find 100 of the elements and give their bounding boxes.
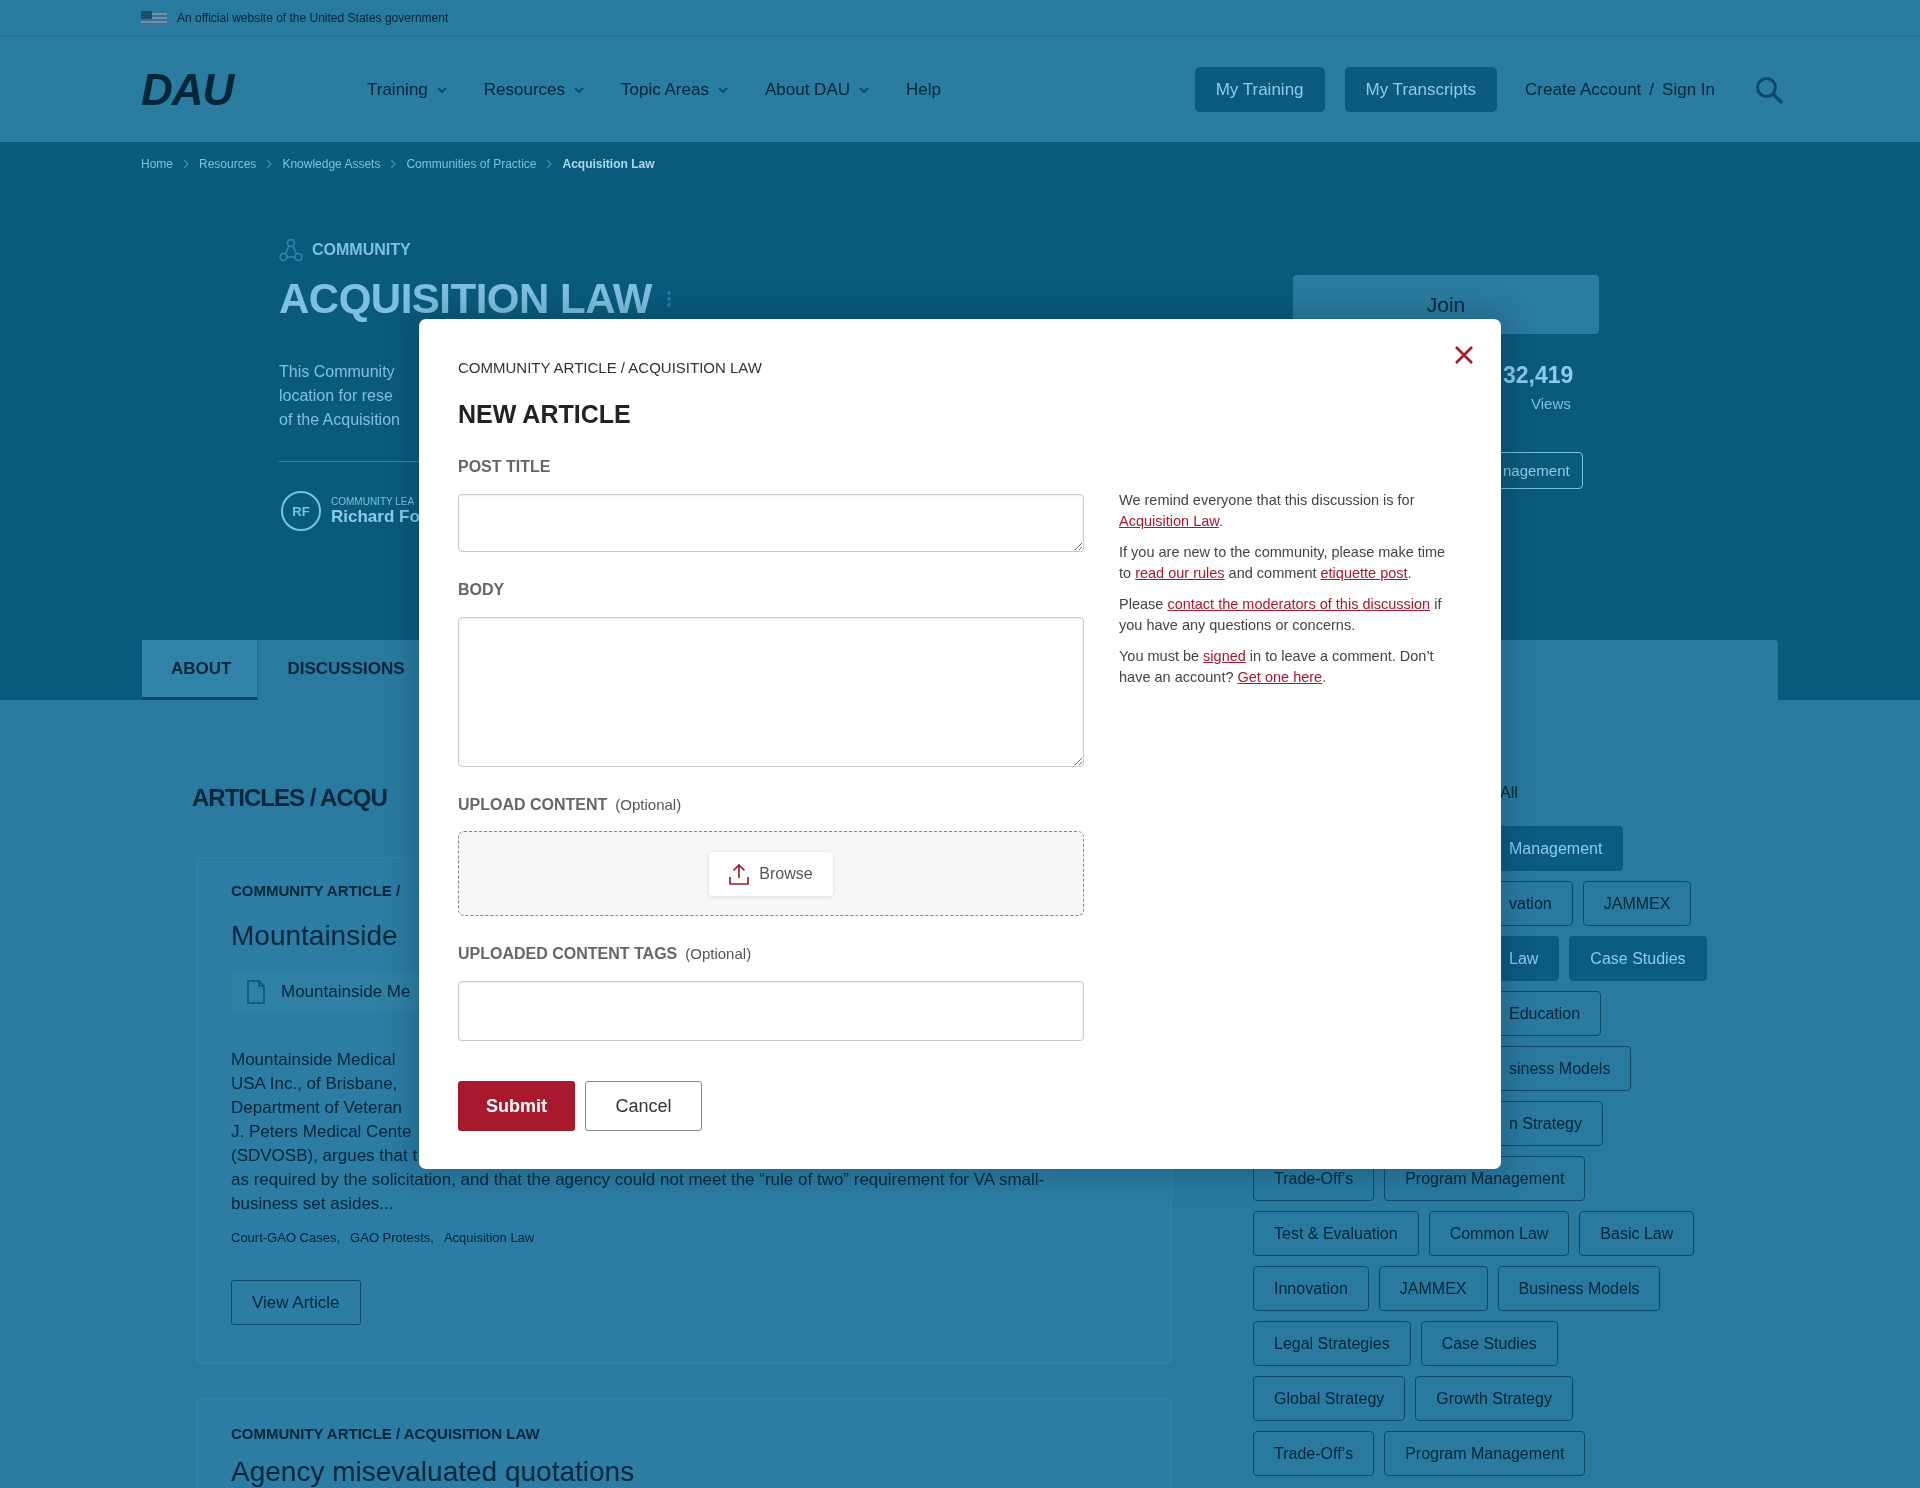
flag-icon: [141, 11, 167, 25]
chevron-right-icon: [389, 159, 398, 169]
text-link[interactable]: Acquisition Law: [1119, 513, 1219, 529]
field-label: BODY: [458, 580, 505, 600]
category-label: COMMUNITY: [312, 241, 411, 259]
logo[interactable]: DAU: [141, 64, 268, 115]
description-text: of the Acquisition: [279, 410, 400, 430]
upload-icon: [729, 862, 750, 885]
breadcrumb-link[interactable]: Communities of Practice: [406, 157, 537, 171]
tag[interactable]: Test & Evaluation: [1253, 1211, 1419, 1256]
header-button[interactable]: My Training: [1194, 67, 1325, 112]
leader-role: COMMUNITY LEA: [331, 495, 416, 507]
breadcrumb-link[interactable]: Acquisition Law: [562, 157, 655, 171]
tag[interactable]: Global Strategy: [1253, 1376, 1406, 1421]
tag[interactable]: Growth Strategy: [1415, 1376, 1573, 1421]
close-icon[interactable]: [1454, 345, 1474, 365]
tag[interactable]: Legal Strategies: [1253, 1321, 1411, 1366]
tag[interactable]: JAMMEX: [1378, 1266, 1488, 1311]
description-text: This Community: [279, 362, 395, 382]
gov-banner-text: An official website of the United States government: [177, 11, 449, 25]
summary-text: USA Inc., of Brisbane,: [231, 1073, 398, 1095]
field-label: UPLOADED CONTENT TAGS: [458, 944, 678, 964]
nav-link[interactable]: Topic Areas: [621, 79, 729, 100]
tag[interactable]: Program Management: [1384, 1431, 1586, 1476]
article-title[interactable]: Agency misevaluated quotations: [231, 1456, 635, 1488]
text-link[interactable]: read our rules: [1135, 565, 1225, 581]
text-link[interactable]: signed: [1203, 648, 1246, 664]
title-field[interactable]: [458, 494, 1084, 552]
chevron-down-icon: [716, 84, 729, 95]
dialog-breadcrumb: COMMUNITY ARTICLE / ACQUISITION LAW: [458, 358, 763, 378]
optional-note: (Optional): [685, 944, 752, 964]
tag[interactable]: Innovation: [1253, 1266, 1369, 1311]
browse-button[interactable]: Browse: [709, 851, 833, 896]
field-label: UPLOAD CONTENT: [458, 795, 608, 815]
article-title[interactable]: Mountainside: [231, 920, 398, 952]
cancel-button[interactable]: Cancel: [585, 1081, 702, 1131]
chevron-down-icon: [858, 84, 870, 95]
tag-link[interactable]: Acquisition Law: [443, 1230, 535, 1245]
chevron-right-icon: [265, 159, 274, 169]
leader-name: Richard Fo: [331, 506, 420, 527]
summary-text: business set asides...: [231, 1193, 394, 1215]
summary-text: Department of Veteran: [231, 1097, 403, 1119]
tag-link[interactable]: GAO Protests,: [350, 1230, 434, 1245]
section-heading: ARTICLES / ACQU: [192, 783, 387, 813]
breadcrumb-link[interactable]: Resources: [199, 157, 257, 171]
tab[interactable]: ABOUT: [142, 640, 259, 700]
tag-link[interactable]: Court-GAO Cases,: [231, 1230, 341, 1245]
notice-text: We remind everyone that this discussion is for Acquisition Law.: [1119, 491, 1416, 531]
text-link[interactable]: etiquette post: [1320, 565, 1408, 581]
account-link[interactable]: Create Account: [1525, 79, 1642, 100]
dialog-title: NEW ARTICLE: [458, 399, 632, 429]
header-button[interactable]: My Transcripts: [1344, 67, 1498, 112]
nav-link[interactable]: Help: [906, 79, 941, 100]
chevron-right-icon: [182, 159, 190, 169]
tag[interactable]: JAMMEX: [1582, 881, 1692, 926]
field-label: POST TITLE: [458, 457, 551, 477]
summary-text: as required by the solicitation, and that the agency could not meet the “rule of two” requirement for VA small-: [231, 1169, 1045, 1191]
notice-text: If you are new to the community, please make time to read our rules and comment etiquette post.: [1119, 543, 1447, 583]
upload-dropzone[interactable]: Browse: [458, 831, 1084, 916]
tags-field[interactable]: [458, 981, 1084, 1041]
document-icon: [247, 980, 265, 1004]
attachment-name: Mountainside Me: [281, 982, 411, 1002]
summary-text: J. Peters Medical Cente: [231, 1121, 412, 1143]
article-category: COMMUNITY ARTICLE /: [231, 882, 401, 899]
separator: /: [1649, 79, 1655, 100]
account-link[interactable]: Sign In: [1662, 79, 1715, 100]
tag[interactable]: Case Studies: [1569, 936, 1707, 981]
tag[interactable]: Common Law: [1428, 1211, 1570, 1256]
body-field[interactable]: [458, 617, 1084, 767]
nav-link[interactable]: About DAU: [764, 79, 870, 100]
summary-text: (SDVOSB), argues that t: [231, 1145, 418, 1167]
avatar: RF: [281, 491, 321, 531]
breadcrumb-link[interactable]: Home: [141, 157, 173, 171]
optional-note: (Optional): [615, 795, 682, 815]
chevron-down-icon: [573, 84, 586, 95]
breadcrumb-link[interactable]: Knowledge Assets: [282, 157, 381, 171]
text-link[interactable]: Get one here: [1237, 669, 1323, 685]
description-text: location for rese: [279, 386, 393, 406]
tag[interactable]: Trade-Off’s: [1253, 1431, 1375, 1476]
search-icon[interactable]: [1755, 75, 1783, 104]
stat-label: Views: [1530, 395, 1572, 412]
filter-link[interactable]: All: [1500, 784, 1518, 802]
stat-value: 32,419: [1503, 362, 1575, 389]
chevron-down-icon: [435, 84, 448, 95]
text-link[interactable]: contact the moderators of this discussion: [1167, 596, 1431, 612]
notice-text: You must be signed in to leave a comment. Don’t have an account? Get one here.: [1119, 647, 1435, 687]
tag[interactable]: Case Studies: [1420, 1321, 1558, 1366]
view-article-button[interactable]: View Article: [231, 1280, 361, 1325]
network-icon: [279, 238, 303, 262]
submit-button[interactable]: Submit: [458, 1081, 575, 1131]
more-icon: [665, 290, 672, 308]
summary-text: Mountainside Medical: [231, 1049, 396, 1071]
tag[interactable]: Basic Law: [1579, 1211, 1695, 1256]
chevron-right-icon: [545, 159, 554, 169]
nav-link[interactable]: Training: [367, 79, 448, 100]
nav-link[interactable]: Resources: [483, 79, 586, 100]
article-category: COMMUNITY ARTICLE / ACQUISITION LAW: [231, 1425, 540, 1442]
page-title: ACQUISITION LAW: [279, 277, 652, 321]
notice-text: Please contact the moderators of this discussion if you have any questions or concerns.: [1119, 595, 1443, 635]
tag[interactable]: Business Models: [1497, 1266, 1661, 1311]
